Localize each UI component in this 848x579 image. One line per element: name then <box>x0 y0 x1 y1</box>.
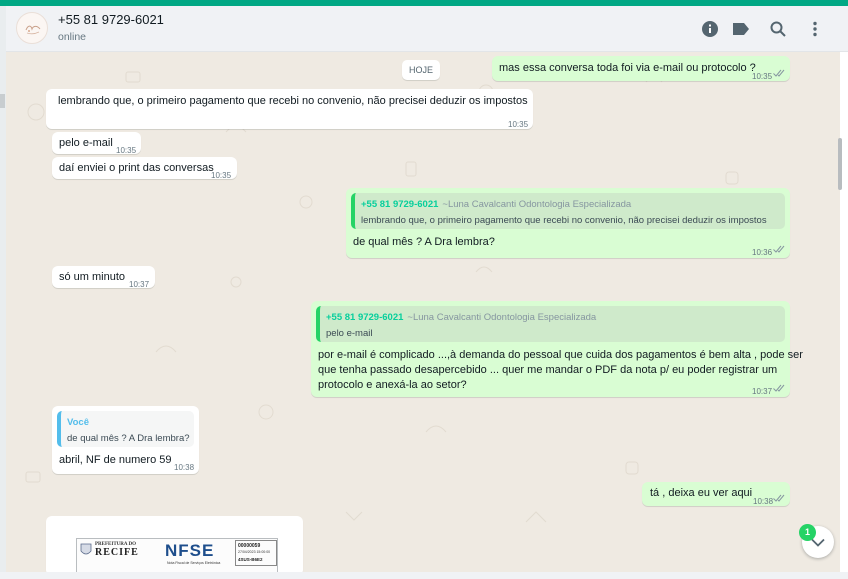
message-time: 10:35 <box>116 146 137 155</box>
message-text: tá , deixa eu ver aqui <box>650 487 753 499</box>
read-tick-icon <box>773 494 785 502</box>
message-text: lembrando que, o primeiro pagamento que … <box>58 95 528 107</box>
message-incoming[interactable]: lembrando que, o primeiro pagamento que … <box>46 89 533 129</box>
quoted-message[interactable]: +55 81 9729-6021 ~Luna Cavalcanti Odontol… <box>351 193 785 229</box>
quoted-message[interactable]: +55 81 9729-6021 ~Luna Cavalcanti Odontol… <box>316 306 785 342</box>
nfse-number: 00000059 <box>238 543 261 549</box>
message-outgoing-reply[interactable]: +55 81 9729-6021 ~Luna Cavalcanti Odontol… <box>311 301 803 397</box>
message-time: 10:35 <box>752 72 773 81</box>
composer-bar-edge <box>0 572 848 579</box>
quote-author: +55 81 9729-6021 <box>326 312 404 323</box>
message-time: 10:35 <box>211 171 232 180</box>
nfse-document-preview[interactable]: PREFEITURA DO RECIFE NFSE Nota Fiscal de… <box>76 538 278 572</box>
nfse-code: 4SUS-B6E2 <box>238 557 263 562</box>
info-icon[interactable] <box>699 18 721 40</box>
quote-author-sub: ~Luna Cavalcanti Odontologia Especializa… <box>442 199 632 210</box>
contact-avatar[interactable] <box>16 12 48 44</box>
message-text: abril, NF de numero 59 <box>59 454 172 466</box>
contact-name[interactable]: +55 81 9729-6021 <box>58 12 164 27</box>
unread-count-badge: 1 <box>799 524 816 541</box>
avatar-logo-icon <box>25 25 41 35</box>
date-chip: HOJE <box>402 60 440 80</box>
quote-author-sub: ~Luna Cavalcanti Odontologia Especializa… <box>407 312 597 323</box>
message-text: só um minuto <box>59 271 126 283</box>
read-tick-icon <box>773 384 785 392</box>
image-message[interactable]: PREFEITURA DO RECIFE NFSE Nota Fiscal de… <box>46 516 303 572</box>
menu-icon[interactable] <box>804 18 826 40</box>
message-text-line: que tenha passado desapercebido ... quer… <box>318 364 778 376</box>
message-text: mas essa conversa toda foi via e-mail ou… <box>499 62 756 74</box>
message-time: 10:38 <box>753 497 774 506</box>
label-icon[interactable] <box>730 18 752 40</box>
message-time: 10:37 <box>129 280 150 289</box>
message-outgoing[interactable]: mas essa conversa toda foi via e-mail ou… <box>492 56 790 81</box>
contact-status: online <box>58 31 87 43</box>
quote-text: de qual mês ? A Dra lembra? <box>67 433 190 444</box>
message-outgoing-reply[interactable]: +55 81 9729-6021 ~Luna Cavalcanti Odontol… <box>346 188 790 258</box>
nfse-logo: NFSE <box>165 541 215 560</box>
chat-scrollbar[interactable] <box>838 138 842 190</box>
read-tick-icon <box>773 69 785 77</box>
quote-text: pelo e-mail <box>326 328 373 339</box>
message-text: de qual mês ? A Dra lembra? <box>353 236 495 248</box>
quote-text: lembrando que, o primeiro pagamento que … <box>361 215 767 226</box>
chat-header[interactable]: +55 81 9729-6021 online <box>6 6 848 52</box>
message-time: 10:37 <box>752 387 773 396</box>
message-incoming[interactable]: só um minuto 10:37 <box>52 266 155 289</box>
quote-author: +55 81 9729-6021 <box>361 199 439 210</box>
message-time: 10:35 <box>508 120 529 129</box>
message-incoming[interactable]: pelo e-mail 10:35 <box>52 132 141 155</box>
nfse-info-box: 00000059 27/04/2023 15:00:00 4SUS-B6E2 <box>235 540 277 566</box>
quoted-message[interactable]: Você de qual mês ? A Dra lembra? <box>57 411 194 447</box>
nfse-date: 27/04/2023 15:00:00 <box>238 550 271 554</box>
city-label: RECIFE <box>95 547 139 558</box>
message-outgoing[interactable]: tá , deixa eu ver aqui 10:38 <box>642 482 790 506</box>
message-text-line: protocolo e anexá-la ao setor? <box>318 379 467 391</box>
search-icon[interactable] <box>767 18 789 40</box>
message-text: pelo e-mail <box>59 137 113 149</box>
message-text: daí enviei o print das conversas <box>59 162 214 174</box>
nfse-subtitle: Nota Fiscal de Serviços Eletrônica <box>167 561 221 565</box>
city-seal-icon <box>80 543 92 555</box>
chat-area[interactable]: HOJE mas essa conversa toda foi via e-ma… <box>6 52 840 572</box>
message-time: 10:38 <box>174 463 195 472</box>
read-tick-icon <box>773 245 785 253</box>
message-incoming-reply[interactable]: Você de qual mês ? A Dra lembra? abril, … <box>52 406 199 474</box>
left-panel-marker <box>0 94 5 108</box>
message-text-line: por e-mail é complicado ...,à demanda do… <box>318 349 803 361</box>
quote-author: Você <box>67 417 90 428</box>
message-time: 10:36 <box>752 248 773 257</box>
message-incoming[interactable]: daí enviei o print das conversas 10:35 <box>52 157 237 180</box>
